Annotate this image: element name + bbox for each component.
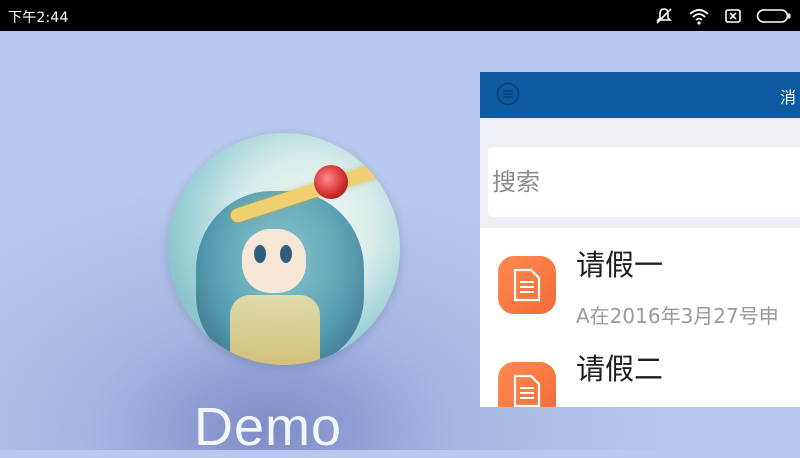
avatar-eye-right bbox=[280, 245, 292, 263]
app-panel: 消 请假一 A在2016年3月27号申 bbox=[480, 72, 800, 407]
status-time: 下午2:44 bbox=[8, 10, 69, 26]
document-icon bbox=[498, 362, 556, 407]
panel-title: 消 bbox=[780, 88, 797, 107]
avatar-face bbox=[242, 229, 306, 293]
item-subtitle: A在2016年3月27号申 bbox=[576, 304, 779, 328]
list-item[interactable]: 请假二 bbox=[480, 346, 800, 407]
avatar-gem bbox=[314, 165, 348, 199]
item-title: 请假二 bbox=[576, 352, 664, 386]
status-bar: 下午2:44 bbox=[0, 0, 800, 31]
item-title: 请假一 bbox=[576, 248, 664, 282]
mute-icon bbox=[654, 6, 674, 26]
sim-icon bbox=[724, 7, 742, 25]
search-input[interactable] bbox=[488, 147, 800, 217]
wifi-icon bbox=[688, 6, 710, 26]
status-icons bbox=[654, 6, 792, 26]
username: Demo bbox=[194, 397, 343, 457]
list-item[interactable]: 请假一 A在2016年3月27号申 bbox=[480, 228, 800, 346]
panel-spacer bbox=[480, 118, 800, 148]
battery-icon bbox=[756, 7, 792, 25]
search-bar bbox=[480, 146, 800, 228]
panel-header: 消 bbox=[480, 72, 800, 118]
document-icon bbox=[498, 256, 556, 314]
avatar-dress bbox=[230, 295, 320, 365]
avatar[interactable] bbox=[168, 133, 400, 365]
menu-icon[interactable] bbox=[496, 82, 520, 106]
avatar-eye-left bbox=[254, 245, 266, 263]
